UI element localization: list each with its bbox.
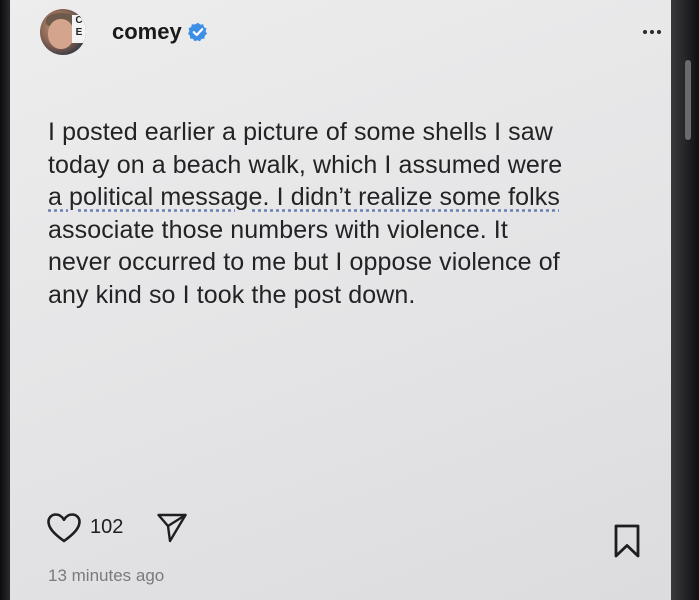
avatar-face (48, 19, 74, 49)
post-action-bar: 102 (46, 508, 671, 558)
post-header: CE comey (40, 6, 671, 58)
device-side-button (685, 60, 691, 140)
heart-icon[interactable] (46, 512, 82, 544)
bookmark-icon[interactable] (613, 524, 641, 558)
more-options-icon-dot-2 (650, 30, 654, 34)
post-text-line: a political message. I didn’t realize so… (48, 183, 560, 211)
more-options-icon (643, 30, 647, 34)
post-text-line: I posted earlier a picture of some shell… (48, 118, 553, 146)
post-screen: CE comey I posted earlier a picture of s… (10, 0, 671, 600)
avatar-sign: CE (72, 15, 86, 43)
like-count: 102 (90, 516, 124, 538)
paper-plane-icon[interactable] (156, 512, 188, 544)
device-bezel-left (0, 0, 10, 600)
verified-badge-icon (187, 22, 207, 42)
author-username[interactable]: comey (112, 19, 182, 45)
avatar[interactable]: CE (40, 9, 86, 55)
post-text-line: never occurred to me but I oppose violen… (48, 248, 560, 276)
post-text-line: any kind so I took the post down. (48, 280, 416, 309)
post-text-line: associate those numbers with violence. I… (48, 215, 508, 244)
post-text-line: today on a beach walk, which I assumed w… (48, 150, 563, 179)
post-timestamp: 13 minutes ago (48, 566, 165, 585)
more-options-icon-dot-3 (657, 30, 661, 34)
post-body: I posted earlier a picture of some shell… (48, 116, 648, 311)
more-options-button[interactable] (643, 30, 661, 34)
